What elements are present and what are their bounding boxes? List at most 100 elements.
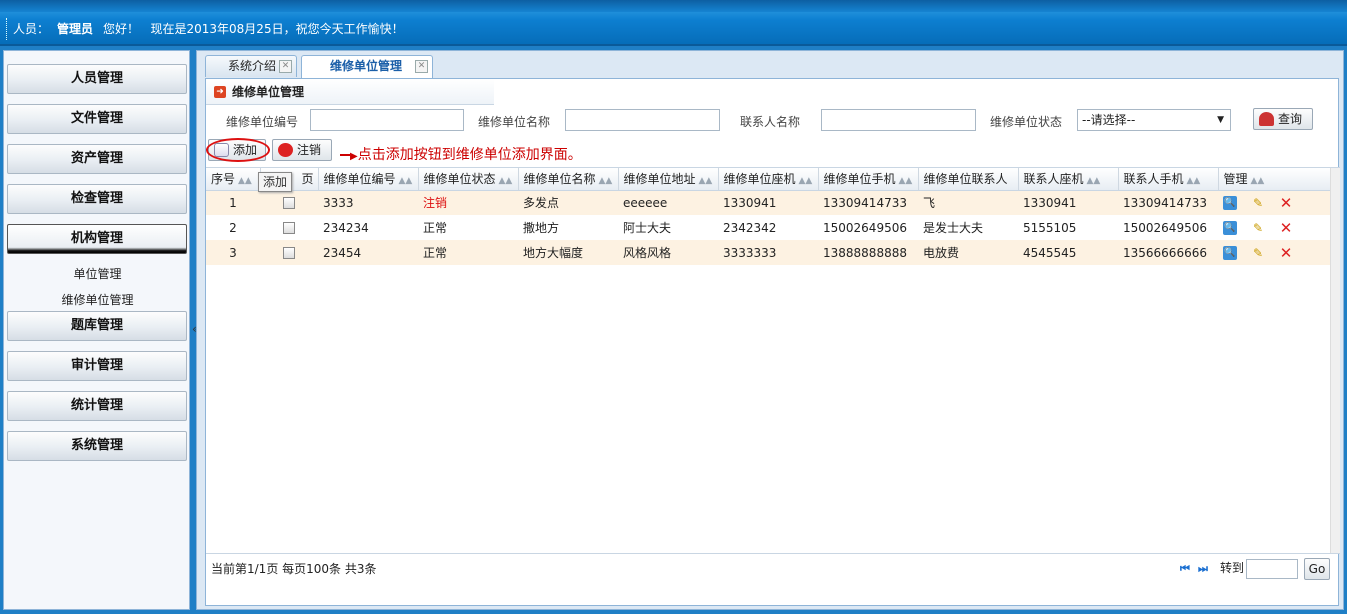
cell-mobile: 13888888888: [818, 240, 918, 265]
cell-address: eeeeee: [618, 190, 718, 215]
view-icon[interactable]: 🔍: [1223, 245, 1237, 260]
menu-audit[interactable]: 审计管理: [7, 351, 187, 381]
last-page-icon[interactable]: ⏭: [1198, 562, 1208, 576]
cell-select: [260, 215, 318, 240]
add-tooltip: 添加: [258, 172, 292, 192]
code-input[interactable]: [310, 109, 464, 131]
name-label: 维修单位名称: [478, 115, 551, 129]
cell-contact-tel: 1330941: [1018, 190, 1118, 215]
col-header-address[interactable]: 维修单位地址 ▲▲: [618, 168, 719, 191]
cell-contact-mobile: 13309414733: [1118, 190, 1218, 215]
vertical-scrollbar[interactable]: [1330, 168, 1340, 554]
cell-contact-tel: 4545545: [1018, 240, 1118, 265]
cell-code: 23454: [318, 240, 418, 265]
col-header-tel[interactable]: 维修单位座机 ▲▲: [718, 168, 819, 191]
cell-contact: 电放费: [918, 240, 1018, 265]
delete-icon[interactable]: ✕: [1279, 220, 1293, 235]
search-icon: [1259, 112, 1274, 126]
toolbar: 添加 注销 ▶点击添加按钮到维修单位添加界面。: [206, 138, 1340, 164]
menu-statistics[interactable]: 统计管理: [7, 391, 187, 421]
tab-system-intro[interactable]: 系统介绍 ✕: [205, 55, 297, 77]
cell-no: 2: [206, 215, 260, 240]
view-icon[interactable]: 🔍: [1223, 196, 1237, 210]
row-checkbox[interactable]: [283, 247, 295, 259]
panel-title: ➜ 维修单位管理: [206, 79, 494, 105]
cell-tel: 2342342: [718, 215, 818, 240]
row-checkbox[interactable]: [283, 197, 295, 210]
menu-personnel[interactable]: 人员管理: [7, 64, 187, 94]
table-row[interactable]: 3 23454 正常 地方大幅度 风格风格 3333333 1388888888…: [206, 240, 1330, 265]
annotation-text: ▶点击添加按钮到维修单位添加界面。: [340, 144, 582, 164]
goto-page-input[interactable]: [1246, 559, 1298, 579]
cell-address: 阿士大夫: [618, 215, 718, 240]
edit-icon[interactable]: ✎: [1251, 196, 1265, 210]
sidebar: 人员管理 文件管理 资产管理 检查管理 机构管理 单位管理 维修单位管理 题库管…: [3, 50, 190, 610]
col-header-contact-tel[interactable]: 联系人座机 ▲▲: [1018, 168, 1119, 191]
annotation-message: 点击添加按钮到维修单位添加界面。: [357, 147, 582, 163]
row-checkbox[interactable]: [283, 222, 295, 234]
table-row[interactable]: 2 234234 正常 撒地方 阿士大夫 2342342 15002649506…: [206, 215, 1330, 240]
cell-code: 234234: [318, 215, 418, 240]
greeting: 您好！: [103, 22, 140, 36]
col-header-code[interactable]: 维修单位编号 ▲▲: [318, 168, 419, 191]
menu-organization[interactable]: 机构管理: [7, 224, 187, 254]
menu-question-bank[interactable]: 题库管理: [7, 311, 187, 341]
cell-actions: 🔍 ✎ ✕: [1218, 240, 1330, 265]
tab-repair-unit-management[interactable]: 维修单位管理 ✕: [301, 55, 433, 78]
cell-contact: 是发士大夫: [918, 215, 1018, 240]
cell-no: 3: [206, 240, 260, 265]
menu-system[interactable]: 系统管理: [7, 431, 187, 461]
col-header-no[interactable]: 序号 ▲▲: [206, 168, 261, 191]
col-header-contact[interactable]: 维修单位联系人: [918, 168, 1019, 191]
paging-summary: 当前第1/1页 每页100条 共3条: [211, 562, 377, 576]
repair-unit-table: 序号 ▲▲ 页 维修单位编号 ▲▲ 维修单位状态 ▲▲ 维修单位名称 ▲▲ 维修单位地址…: [206, 168, 1331, 265]
menu-files[interactable]: 文件管理: [7, 104, 187, 134]
edit-icon[interactable]: ✎: [1251, 246, 1265, 260]
main-area: 系统介绍 ✕ 维修单位管理 ✕ ➜ 维修单位管理 维修单位编号 维修单位名称 联…: [196, 50, 1344, 610]
view-icon[interactable]: 🔍: [1223, 220, 1237, 235]
cell-address: 风格风格: [618, 240, 718, 265]
col-header-name[interactable]: 维修单位名称 ▲▲: [518, 168, 619, 191]
first-page-icon[interactable]: ⏮: [1180, 562, 1190, 576]
grid-footer: 当前第1/1页 每页100条 共3条: [206, 553, 1340, 583]
arrow-icon: ➜: [214, 86, 226, 98]
status-label: 维修单位状态: [990, 115, 1063, 129]
delete-icon[interactable]: ✕: [1279, 196, 1293, 211]
col-header-mobile[interactable]: 维修单位手机 ▲▲: [818, 168, 919, 191]
sub-item-repair-unit-management[interactable]: 维修单位管理: [4, 291, 191, 308]
status-select[interactable]: --请选择-- ▼: [1077, 109, 1231, 131]
tab-label: 系统介绍: [228, 59, 277, 73]
table-row[interactable]: 1 3333 注销 多发点 eeeeee 1330941 13309414733…: [206, 190, 1330, 215]
close-icon[interactable]: ✕: [279, 60, 292, 73]
chevron-down-icon: ▼: [1217, 115, 1224, 125]
cancel-button-label: 注销: [297, 143, 322, 157]
go-button[interactable]: Go: [1304, 558, 1330, 580]
contact-input[interactable]: [821, 109, 976, 131]
edit-icon[interactable]: ✎: [1251, 221, 1265, 235]
sub-item-unit-management[interactable]: 单位管理: [4, 265, 191, 282]
cell-name: 地方大幅度: [518, 240, 618, 265]
name-input[interactable]: [565, 109, 720, 131]
cell-actions: 🔍 ✎ ✕: [1218, 215, 1330, 240]
query-button[interactable]: 查询: [1253, 108, 1313, 130]
panel-title-text: 维修单位管理: [232, 85, 305, 99]
contact-label: 联系人名称: [740, 115, 801, 129]
tab-label: 维修单位管理: [330, 59, 403, 73]
cell-no: 1: [206, 190, 260, 215]
goto-label: 转到: [1220, 561, 1245, 575]
cell-name: 撒地方: [518, 215, 618, 240]
cell-status: 正常: [418, 240, 518, 265]
cancel-button[interactable]: 注销: [272, 139, 332, 161]
cell-mobile: 15002649506: [818, 215, 918, 240]
menu-inspection[interactable]: 检查管理: [7, 184, 187, 214]
menu-assets[interactable]: 资产管理: [7, 144, 187, 174]
col-header-contact-mobile[interactable]: 联系人手机 ▲▲: [1118, 168, 1219, 191]
delete-icon[interactable]: ✕: [1279, 245, 1293, 260]
highlight-ellipse: [206, 138, 270, 162]
user-name: 管理员: [57, 22, 94, 36]
close-icon[interactable]: ✕: [415, 60, 428, 73]
date-message: 现在是2013年08月25日，祝您今天工作愉快！: [150, 22, 404, 36]
code-label: 维修单位编号: [226, 115, 299, 129]
col-header-status[interactable]: 维修单位状态 ▲▲: [418, 168, 519, 191]
content-panel: ➜ 维修单位管理 维修单位编号 维修单位名称 联系人名称 维修单位状态 --请选…: [205, 78, 1340, 606]
